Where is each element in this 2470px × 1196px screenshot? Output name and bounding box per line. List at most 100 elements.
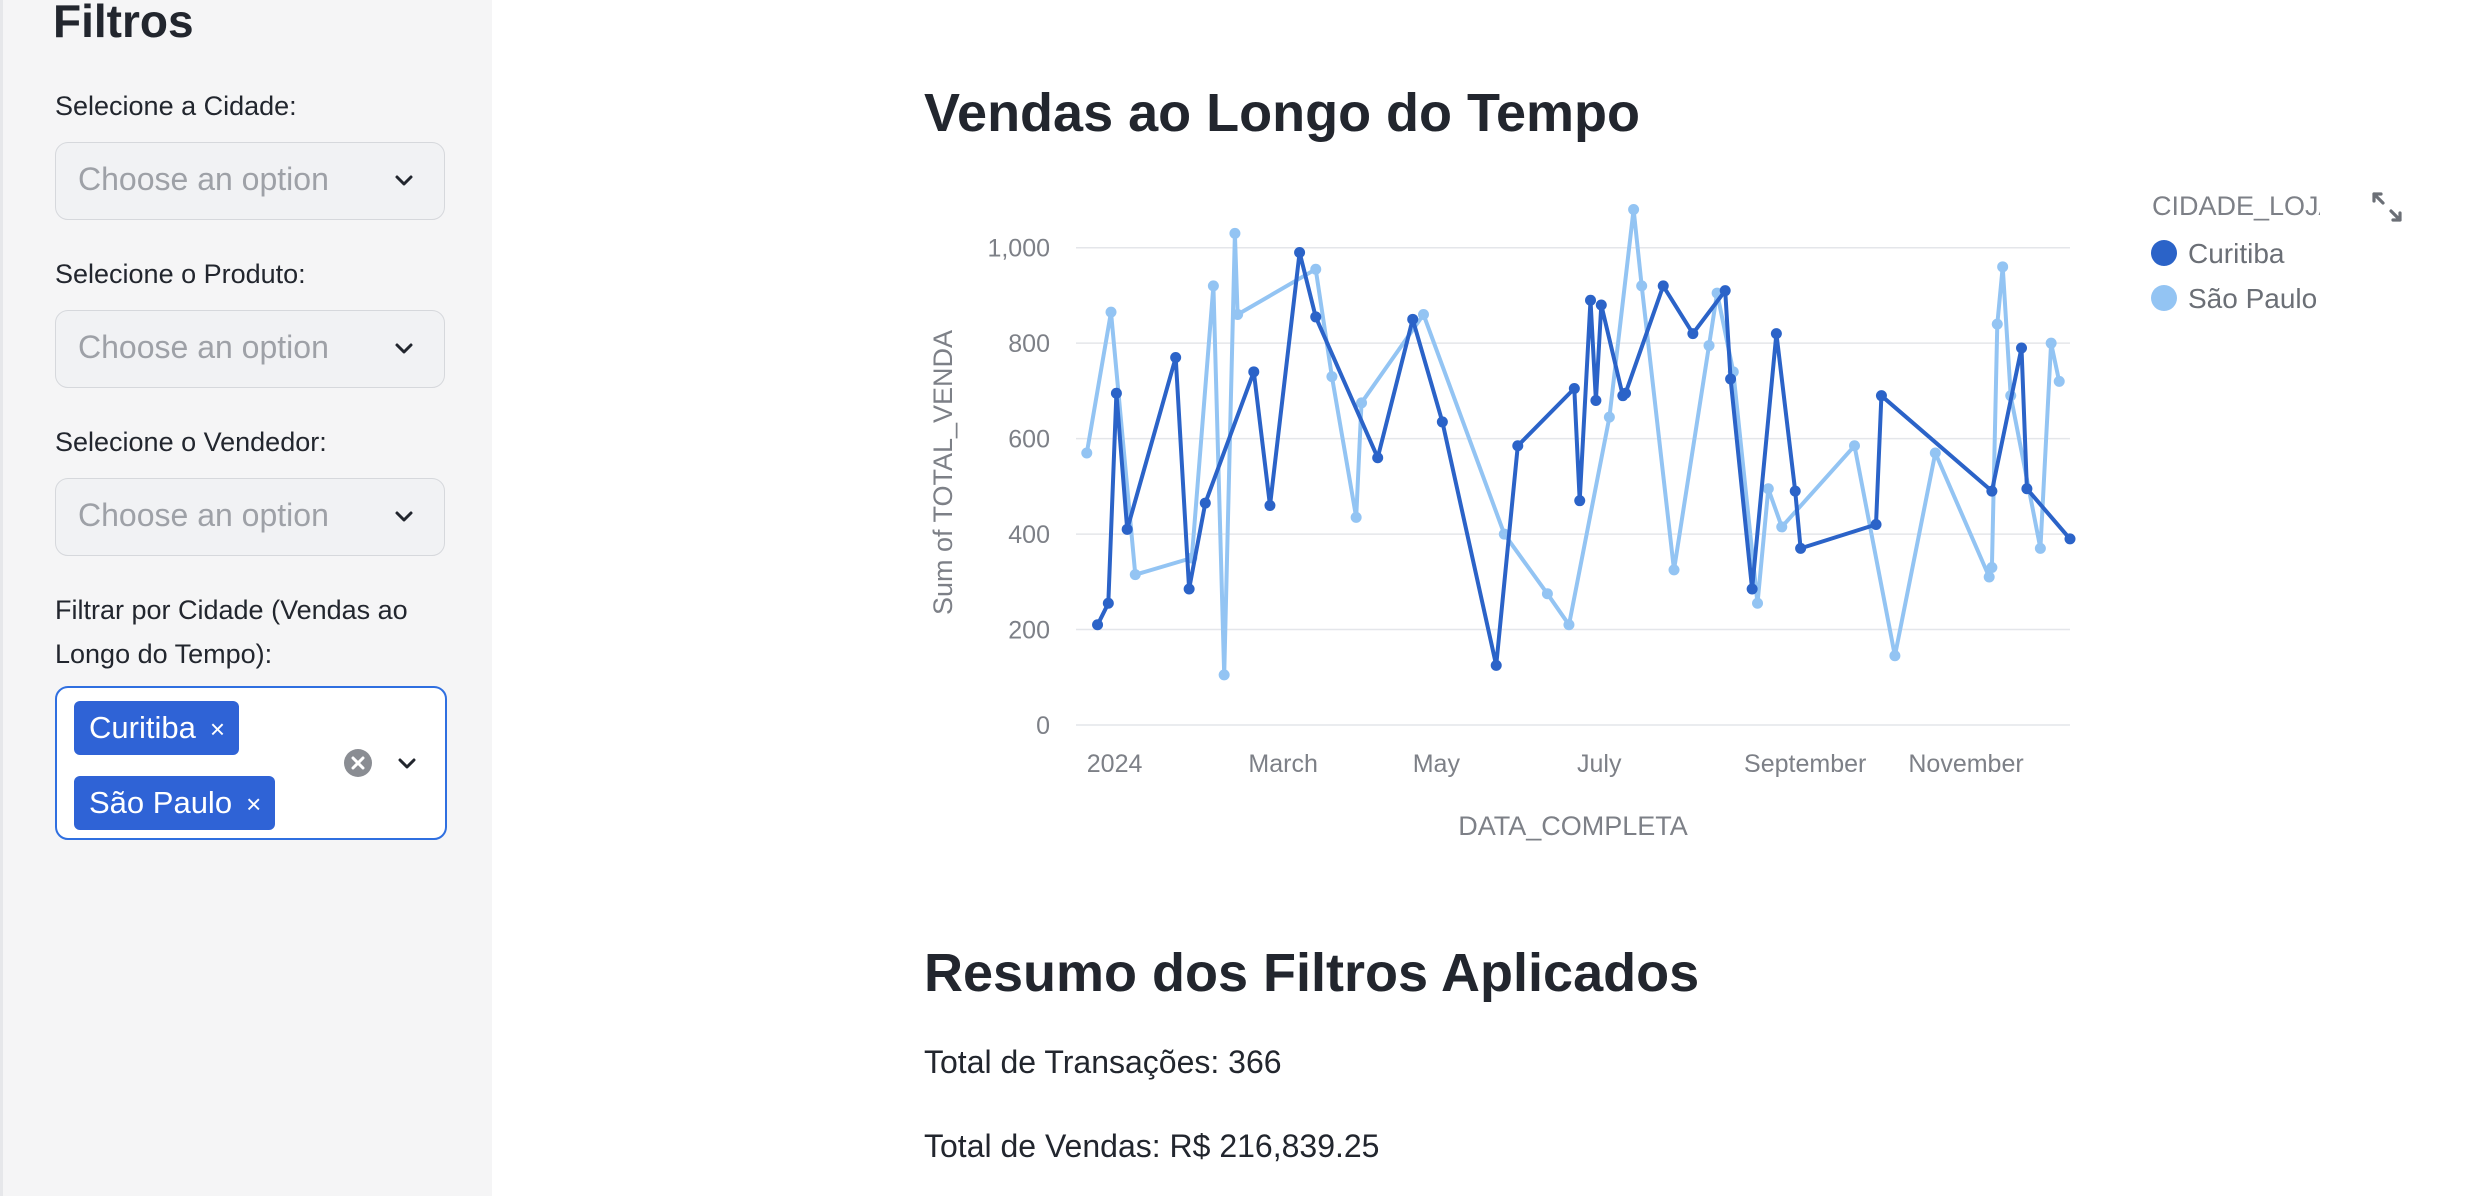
tag-sao-paulo: São Paulo × <box>74 776 276 830</box>
data-point <box>1875 390 1887 402</box>
chevron-down-icon <box>395 343 413 354</box>
x-tick-label: 2024 <box>1087 750 1143 778</box>
tag-curitiba: Curitiba × <box>74 701 240 755</box>
data-point <box>1183 583 1195 595</box>
x-tick-label: November <box>1908 750 2023 778</box>
data-point <box>1848 440 1860 452</box>
x-tick-label: September <box>1744 750 1866 778</box>
legend-swatch <box>2151 285 2177 311</box>
data-point <box>1102 597 1114 609</box>
data-point <box>1795 542 1807 554</box>
sidebar-title: Filtros <box>53 0 194 47</box>
data-point <box>1590 394 1602 406</box>
transactions-stat: Total de Transações: 366 <box>924 1044 1282 1081</box>
series-line-curitiba <box>1095 250 2072 668</box>
sales-line-chart: 0 200 400 600 800 1,000 2024 March May July Septem… <box>928 191 2320 841</box>
sales-stat: Total de Vendas: R$ 216,839.25 <box>924 1128 1379 1165</box>
data-point <box>1512 440 1524 452</box>
data-point <box>1207 280 1219 292</box>
summary-title: Resumo dos Filtros Aplicados <box>924 943 1700 1003</box>
data-point <box>2016 342 2028 354</box>
remove-tag-icon[interactable]: × <box>210 714 225 744</box>
data-point <box>1563 619 1575 631</box>
data-point <box>1110 387 1122 399</box>
x-tick-label: July <box>1577 750 1622 778</box>
x-axis-title: DATA_COMPLETA <box>1458 811 1688 841</box>
data-point <box>1986 562 1998 573</box>
sales-label: Total de Vendas: <box>924 1128 1161 1164</box>
data-point <box>1490 659 1502 671</box>
data-point <box>1105 306 1117 318</box>
data-point <box>1350 511 1362 523</box>
data-point <box>1719 285 1731 297</box>
data-point <box>1746 583 1758 595</box>
data-point <box>1687 328 1699 340</box>
data-point <box>1636 280 1648 292</box>
transactions-value: 366 <box>1228 1044 1282 1080</box>
data-point <box>1248 366 1260 378</box>
chart-section-title: Vendas ao Longo do Tempo <box>924 83 1641 143</box>
x-tick-label: March <box>1248 750 1317 778</box>
data-point <box>1997 261 2009 273</box>
data-point <box>1264 499 1276 511</box>
data-point <box>1372 452 1384 464</box>
city-select-placeholder: Choose an option <box>78 161 329 197</box>
data-point <box>1356 397 1368 409</box>
data-point <box>1310 311 1322 323</box>
remove-tag-icon[interactable]: × <box>246 789 261 819</box>
data-point <box>1436 416 1448 428</box>
data-point <box>1574 495 1586 507</box>
data-point <box>1092 619 1104 631</box>
sales-value: R$ 216,839.25 <box>1169 1128 1380 1164</box>
seller-select[interactable]: Choose an option <box>55 478 445 556</box>
data-point <box>1218 669 1230 681</box>
chevron-down-icon[interactable] <box>395 752 419 776</box>
data-point <box>1620 387 1632 399</box>
clear-all-icon[interactable] <box>343 748 373 778</box>
data-point <box>1310 263 1322 275</box>
y-tick-label: 600 <box>1008 426 1050 454</box>
data-point <box>1081 447 1093 459</box>
data-point <box>1628 204 1640 216</box>
data-point <box>1603 411 1615 423</box>
data-point <box>1703 340 1715 352</box>
fullscreen-icon[interactable] <box>2370 190 2404 224</box>
chevron-down-icon <box>395 511 413 522</box>
chevron-down-icon <box>395 175 413 186</box>
data-point <box>1229 227 1241 239</box>
y-tick-label: 200 <box>1008 617 1050 645</box>
tag-label: São Paulo <box>89 785 233 820</box>
data-point <box>1407 313 1419 325</box>
data-point <box>1294 247 1306 258</box>
y-tick-label: 0 <box>1036 712 1050 740</box>
tag-label: Curitiba <box>89 710 196 745</box>
data-point <box>1770 328 1782 340</box>
data-point <box>1232 309 1244 321</box>
x-tick-label: May <box>1413 750 1461 778</box>
product-select[interactable]: Choose an option <box>55 310 445 388</box>
series-line-sao-paulo <box>1084 207 2062 677</box>
data-point <box>1983 571 1995 583</box>
data-point <box>1417 309 1429 321</box>
data-point <box>1870 519 1882 531</box>
data-point <box>1568 383 1580 395</box>
data-point <box>1121 523 1133 535</box>
data-point <box>1789 485 1801 497</box>
data-point <box>1595 299 1607 311</box>
data-point <box>1326 371 1338 383</box>
y-tick-label: 1,000 <box>987 235 1050 263</box>
data-point <box>1170 352 1182 363</box>
data-point <box>2045 337 2057 349</box>
legend-label: Curitiba <box>2188 238 2285 269</box>
legend-label: São Paulo <box>2188 283 2317 314</box>
data-point <box>1889 650 1901 662</box>
data-point <box>1129 569 1141 581</box>
data-point <box>1541 588 1553 600</box>
data-point <box>1986 485 1998 497</box>
seller-filter-label: Selecione o Vendedor: <box>55 427 327 457</box>
city-multiselect[interactable]: Curitiba × São Paulo × <box>55 686 447 840</box>
y-tick-label: 800 <box>1008 330 1050 358</box>
data-point <box>2034 542 2046 554</box>
data-point <box>1668 564 1680 576</box>
city-select[interactable]: Choose an option <box>55 142 445 220</box>
